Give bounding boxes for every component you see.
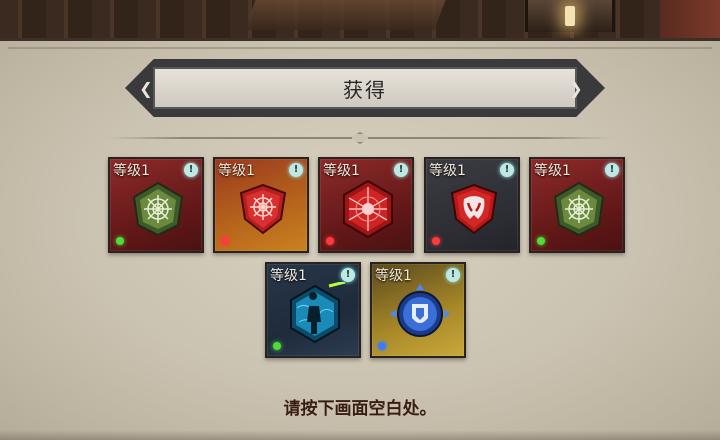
- item-level: 等级1: [270, 268, 307, 284]
- background-scene: [0, 0, 720, 40]
- item-card[interactable]: 等级1 !: [108, 157, 204, 253]
- green-web-rune-icon: [132, 181, 184, 237]
- chevron-left-icon: ❮: [139, 79, 153, 98]
- info-icon[interactable]: !: [341, 268, 355, 282]
- item-card[interactable]: 等级1 !: [529, 157, 625, 253]
- status-dot: [221, 237, 229, 245]
- red-web-shield-icon: [239, 183, 287, 235]
- page-title: 获得: [343, 77, 387, 102]
- item-card[interactable]: 等级1 !: [318, 157, 414, 253]
- title-banner: 获得: [153, 67, 577, 109]
- info-icon[interactable]: !: [394, 163, 408, 177]
- info-icon[interactable]: !: [446, 268, 460, 282]
- status-dot: [378, 342, 386, 350]
- status-dot: [432, 237, 440, 245]
- info-icon[interactable]: !: [289, 163, 303, 177]
- info-icon[interactable]: !: [500, 163, 514, 177]
- ceiling-beam: [244, 0, 446, 30]
- red-star-crystal-icon: [343, 179, 393, 239]
- item-level: 等级1: [375, 268, 412, 284]
- item-card[interactable]: 等级1 !: [265, 262, 361, 358]
- blue-crest-orb-icon: [390, 284, 450, 337]
- status-dot: [116, 237, 124, 245]
- item-card[interactable]: 等级1 !: [370, 262, 466, 358]
- candle-light: [565, 6, 575, 26]
- blue-silhouette-hex-icon: [290, 282, 346, 344]
- wall-segment: [660, 0, 720, 40]
- chevron-right-icon: ❯: [569, 79, 583, 98]
- item-level: 等级1: [534, 163, 571, 179]
- item-level: 等级1: [323, 163, 360, 179]
- info-icon[interactable]: !: [184, 163, 198, 177]
- status-dot: [326, 237, 334, 245]
- status-dot: [537, 237, 545, 245]
- item-level: 等级1: [218, 163, 255, 179]
- tap-to-continue-hint: 请按下画面空白处。: [283, 399, 437, 419]
- item-card[interactable]: 等级1 !: [424, 157, 520, 253]
- green-web-rune-icon: [553, 181, 605, 237]
- red-mask-shield-icon: [450, 183, 498, 235]
- item-level: 等级1: [113, 163, 150, 179]
- info-icon[interactable]: !: [605, 163, 619, 177]
- item-level: 等级1: [429, 163, 466, 179]
- status-dot: [273, 342, 281, 350]
- item-card[interactable]: 等级1 !: [213, 157, 309, 253]
